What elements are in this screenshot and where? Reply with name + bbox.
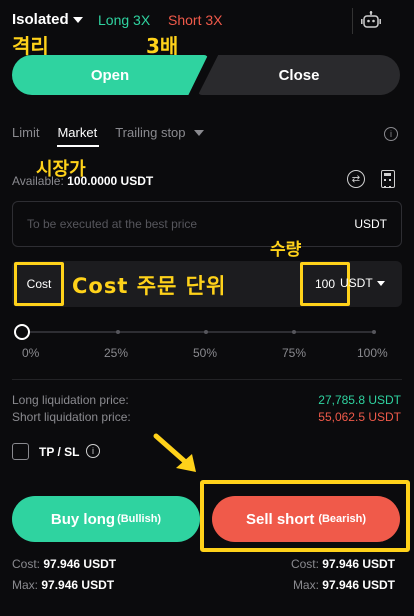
isolated-annotation: 격리 [12, 34, 49, 58]
active-tab-indicator [57, 145, 99, 147]
price-field[interactable]: To be executed at the best price USDT [12, 201, 402, 247]
short-liquidation-value: 55,062.5 USDT [318, 410, 401, 424]
amount-slider-track[interactable] [22, 331, 374, 333]
price-unit: USDT [354, 217, 387, 231]
long-max-value: 97.946 USDT [41, 578, 115, 592]
chevron-down-icon [72, 16, 83, 23]
short-max-value: 97.946 USDT [322, 578, 395, 592]
sell-short-sub: (Bearish) [318, 513, 367, 525]
long-liquidation-label: Long liquidation price: [12, 393, 129, 407]
sell-short-label: Sell short [245, 510, 315, 528]
arrow-annotation-icon [153, 433, 196, 472]
slider-tick [116, 330, 120, 334]
available-label: Available: [12, 174, 64, 188]
cost-mode-label[interactable]: Cost [14, 262, 64, 306]
quantity-annotation: 수량 [270, 240, 302, 260]
long-max: Max: 97.946 USDT [12, 578, 114, 592]
buy-long-button[interactable]: Buy long (Bullish) [12, 496, 200, 542]
short-max: Max: 97.946 USDT [293, 578, 395, 592]
short-cost: Cost: 97.946 USDT [291, 557, 395, 571]
buy-long-sub: (Bullish) [117, 513, 162, 525]
slider-tick [372, 330, 376, 334]
long-cost-value: 97.946 USDT [43, 557, 117, 571]
short-max-label: Max: [292, 578, 319, 592]
quantity-unit-dropdown[interactable]: USDT [340, 276, 385, 290]
buy-long-label: Buy long [50, 510, 116, 528]
slider-tick [204, 330, 208, 334]
short-cost-value: 97.946 USDT [322, 557, 395, 571]
slider-mark-0[interactable]: 0% [22, 346, 39, 360]
tpsl-label[interactable]: TP / SL [39, 445, 79, 459]
tab-market[interactable]: Market [57, 125, 97, 140]
available-value: 100.0000 USDT [67, 174, 154, 188]
tab-limit[interactable]: Limit [12, 125, 39, 140]
quantity-unit: USDT [340, 276, 373, 290]
slider-mark-25[interactable]: 25% [104, 346, 128, 360]
long-liquidation-value: 27,785.8 USDT [318, 393, 401, 407]
tab-trailing-stop[interactable]: Trailing stop [115, 125, 204, 140]
long-cost-label: Cost: [12, 557, 41, 571]
robot-icon[interactable] [361, 11, 381, 29]
margin-mode-label: Isolated [12, 11, 69, 28]
order-type-tabs: Limit Market Trailing stop [12, 125, 222, 140]
short-cost-label: Cost: [290, 557, 319, 571]
info-icon[interactable]: i [384, 127, 398, 141]
cost-annotation: Cost 주문 단위 [72, 274, 227, 298]
close-button[interactable]: Close [198, 55, 400, 95]
slider-mark-100[interactable]: 100% [357, 346, 388, 360]
leverage-annotation: 3배 [146, 34, 179, 58]
short-leverage[interactable]: Short 3X [168, 12, 222, 28]
divider [12, 379, 402, 380]
info-icon[interactable]: i [86, 444, 100, 458]
long-max-label: Max: [12, 578, 39, 592]
calculator-icon[interactable] [381, 170, 395, 188]
slider-handle[interactable] [14, 324, 30, 340]
long-cost: Cost: 97.946 USDT [12, 557, 116, 571]
price-placeholder: To be executed at the best price [27, 217, 198, 231]
sell-short-button[interactable]: Sell short (Bearish) [212, 496, 400, 542]
tab-trailing-stop-label: Trailing stop [115, 125, 186, 140]
chevron-down-icon [193, 129, 204, 136]
available-balance: Available: 100.0000 USDT [12, 174, 153, 188]
chevron-down-icon [376, 280, 385, 286]
slider-tick [292, 330, 296, 334]
tpsl-checkbox[interactable] [12, 443, 29, 460]
long-leverage[interactable]: Long 3X [98, 12, 150, 28]
slider-mark-75[interactable]: 75% [282, 346, 306, 360]
slider-mark-50[interactable]: 50% [193, 346, 217, 360]
transfer-icon[interactable]: ⇄ [347, 170, 365, 188]
margin-mode-dropdown[interactable]: Isolated [12, 11, 83, 28]
header-divider [352, 8, 353, 34]
short-liquidation-label: Short liquidation price: [12, 410, 131, 424]
open-button[interactable]: Open [12, 55, 208, 95]
